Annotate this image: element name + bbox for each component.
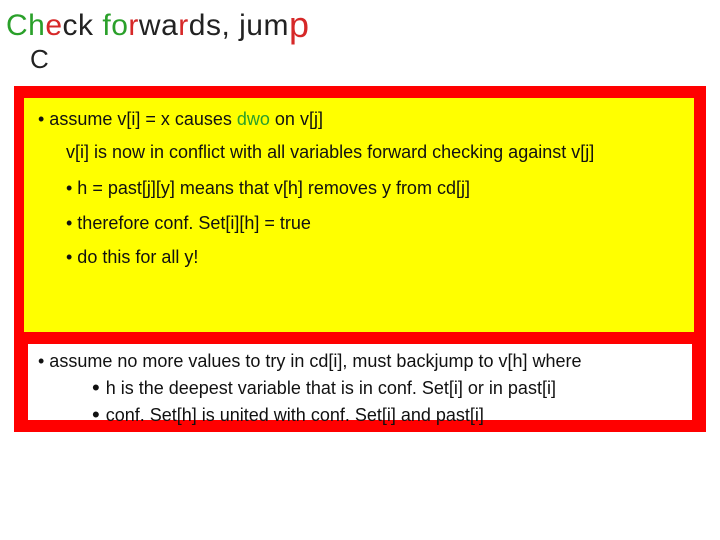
slide-title: Check forwards, jump (6, 4, 310, 46)
yellow-bullet-3: • do this for all y! (66, 246, 680, 269)
yellow-line-1-dwo: dwo (237, 109, 270, 129)
title-frag-1: Ch (6, 9, 45, 42)
white-sub-2-text: conf. Set[h] is united with conf. Set[i]… (106, 405, 484, 425)
white-sub-1-text: h is the deepest variable that is in con… (106, 378, 556, 398)
title-frag-7: r (178, 9, 189, 42)
yellow-bullet-1: • h = past[j][y] means that v[h] removes… (66, 177, 680, 200)
title-frag-2: e (45, 9, 62, 42)
title-frag-9: p (289, 4, 310, 45)
yellow-line-1: • assume v[i] = x causes dwo on v[j] (38, 108, 680, 131)
yellow-line-1-post: on v[j] (270, 109, 323, 129)
white-line-1: • assume no more values to try in cd[i],… (38, 350, 682, 373)
white-sub-2: • conf. Set[h] is united with conf. Set[i… (92, 400, 682, 428)
white-content-block: • assume no more values to try in cd[i],… (28, 344, 692, 420)
title-frag-5: r (128, 9, 139, 42)
title-frag-3: ck (63, 9, 94, 42)
title-frag-6: wa (139, 9, 178, 42)
title-frag-4: fo (94, 9, 129, 42)
yellow-bullet-2: • therefore conf. Set[i][h] = true (66, 212, 680, 235)
yellow-content-block: • assume v[i] = x causes dwo on v[j] v[i… (24, 98, 694, 332)
yellow-indent-1: v[i] is now in conflict with all variabl… (66, 141, 680, 164)
title-frag-8: ds, jum (189, 9, 289, 42)
white-sub-1: • h is the deepest variable that is in co… (92, 373, 682, 401)
bullet-icon: • (92, 401, 100, 429)
subtitle-c: C (30, 44, 49, 75)
yellow-line-1-pre: • assume v[i] = x causes (38, 109, 237, 129)
bullet-icon: • (92, 374, 100, 402)
